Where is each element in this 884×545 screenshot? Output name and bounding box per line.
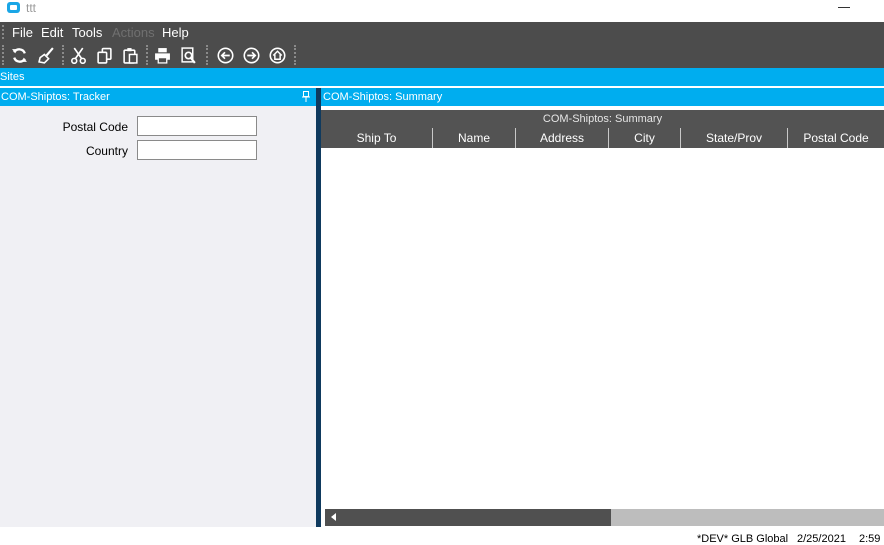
- toolbar-separator: [146, 45, 148, 65]
- print-preview-icon: [180, 46, 196, 64]
- grid-header: Ship To Name Address City State/Prov Pos…: [321, 128, 884, 148]
- paste-button[interactable]: [120, 46, 140, 64]
- cut-button[interactable]: [68, 46, 88, 64]
- toolbar-separator: [206, 45, 208, 65]
- scrollbar-thumb[interactable]: [325, 509, 611, 526]
- horizontal-scrollbar[interactable]: [325, 509, 884, 526]
- column-header-postal-code[interactable]: Postal Code: [788, 128, 884, 148]
- status-date: 2/25/2021: [797, 533, 846, 545]
- menu-grip: [2, 25, 4, 39]
- status-bar: *DEV* GLB Global 2/25/2021 2:59: [0, 527, 884, 545]
- minimize-button[interactable]: [838, 7, 850, 8]
- print-preview-button[interactable]: [178, 46, 198, 64]
- menu-tools[interactable]: Tools: [72, 25, 102, 40]
- menu-help[interactable]: Help: [162, 25, 189, 40]
- tracker-header: COM-Shiptos: Tracker: [0, 88, 316, 106]
- toolbar-separator: [62, 45, 64, 65]
- cut-icon: [70, 47, 86, 64]
- home-button[interactable]: [267, 46, 287, 64]
- tracker-title: COM-Shiptos: Tracker: [1, 91, 110, 103]
- grid-caption: COM-Shiptos: Summary: [321, 110, 884, 128]
- window-title: ttt: [26, 1, 37, 15]
- column-header-name[interactable]: Name: [433, 128, 516, 148]
- clear-icon: [37, 46, 54, 64]
- postal-code-input[interactable]: [137, 116, 257, 136]
- column-header-city[interactable]: City: [609, 128, 681, 148]
- column-header-address[interactable]: Address: [516, 128, 609, 148]
- home-icon: [268, 46, 286, 64]
- refresh-button[interactable]: [9, 46, 29, 64]
- scroll-left-icon[interactable]: [331, 513, 336, 521]
- menu-file[interactable]: File: [12, 25, 33, 40]
- app-icon: [7, 2, 20, 13]
- summary-panel: COM-Shiptos: Summary COM-Shiptos: Summar…: [321, 88, 884, 527]
- menu-bar: File Edit Tools Actions Help: [0, 22, 884, 42]
- status-environment: *DEV* GLB Global: [697, 533, 789, 545]
- country-input[interactable]: [137, 140, 257, 160]
- menu-actions: Actions: [112, 25, 155, 40]
- status-time: 2:59: [859, 533, 881, 545]
- print-button[interactable]: [152, 46, 172, 64]
- postal-code-label: Postal Code: [62, 120, 128, 134]
- clear-button[interactable]: [36, 46, 56, 64]
- forward-button[interactable]: [241, 46, 261, 64]
- copy-icon: [96, 47, 112, 64]
- pin-icon[interactable]: [302, 91, 310, 102]
- sites-bar[interactable]: Sites: [0, 68, 884, 86]
- refresh-icon: [11, 47, 27, 63]
- back-button[interactable]: [215, 46, 235, 64]
- title-bar: ttt: [0, 0, 884, 22]
- forward-icon: [242, 46, 260, 64]
- back-icon: [216, 46, 234, 64]
- toolbar-separator: [294, 45, 296, 65]
- country-label: Country: [85, 144, 128, 158]
- print-icon: [154, 47, 170, 64]
- tracker-panel: COM-Shiptos: Tracker Postal Code Country: [0, 88, 316, 527]
- column-header-ship-to[interactable]: Ship To: [321, 128, 433, 148]
- paste-icon: [122, 47, 138, 64]
- copy-button[interactable]: [94, 46, 114, 64]
- sites-label: Sites: [0, 71, 25, 83]
- toolbar-grip: [2, 45, 4, 65]
- column-header-state-prov[interactable]: State/Prov: [681, 128, 788, 148]
- summary-title: COM-Shiptos: Summary: [323, 91, 443, 103]
- summary-header: COM-Shiptos: Summary: [321, 88, 884, 106]
- menu-edit[interactable]: Edit: [41, 25, 63, 40]
- grid-body[interactable]: [321, 148, 884, 509]
- toolbar: [0, 42, 884, 68]
- app-window: ttt File Edit Tools Actions Help Sites C…: [0, 0, 884, 545]
